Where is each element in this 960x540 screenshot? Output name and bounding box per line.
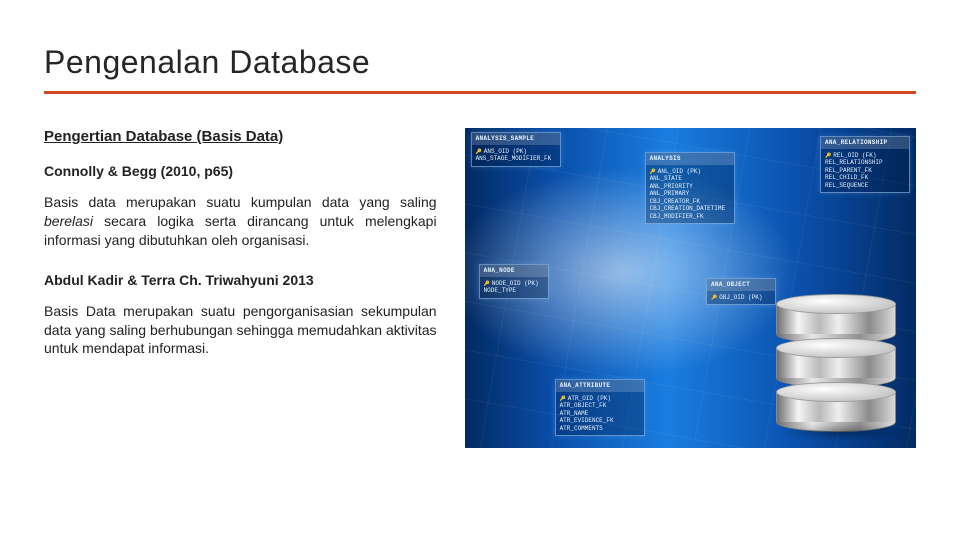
definition-2-text: Basis Data merupakan suatu pengorganisas… (44, 302, 437, 359)
definition-1-tail: secara logika serta dirancang untuk mele… (44, 213, 437, 248)
er-table-attribute: ANA_ATTRIBUTE ATR_OID (PK) ATR_OBJECT_FK… (555, 379, 645, 436)
definition-1-lead: Basis data merupakan suatu kumpulan data… (44, 194, 437, 210)
title-underline (44, 91, 916, 94)
er-table-object: ANA_OBJECT OBJ_OID (PK) (706, 278, 776, 305)
er-table-node: ANA_NODE NODE_OID (PK) NODE_TYPE (479, 264, 549, 299)
slide-title: Pengenalan Database (44, 44, 916, 89)
er-table-sample: ANALYSIS_SAMPLE ANS_OID (PK) ANS_STAGE_M… (471, 132, 561, 167)
definition-1-text: Basis data merupakan suatu kumpulan data… (44, 193, 437, 250)
illustration: ANALYSIS_SAMPLE ANS_OID (PK) ANS_STAGE_M… (465, 128, 916, 448)
database-cylinders-icon (776, 294, 896, 434)
er-table-relationship: ANA_RELATIONSHIP REL_OID (FK) REL_RELATI… (820, 136, 910, 193)
definition-2-citation: Abdul Kadir & Terra Ch. Triwahyuni 2013 (44, 272, 437, 288)
section-heading: Pengertian Database (Basis Data) (44, 128, 437, 145)
definition-1-citation: Connolly & Begg (2010, p65) (44, 163, 437, 179)
definition-1-emphasis: berelasi (44, 213, 93, 229)
er-table-analysis: ANALYSIS ANL_OID (PK) ANL_STATE ANL_PRIO… (645, 152, 735, 224)
text-column: Pengertian Database (Basis Data) Connoll… (44, 128, 437, 448)
